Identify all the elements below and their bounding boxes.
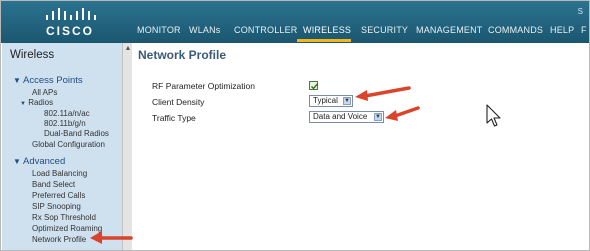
nav-controller[interactable]: CONTROLLER <box>234 25 298 35</box>
sidebar-item-global-config[interactable]: Global Configuration <box>32 140 105 149</box>
cisco-logo-bars-icon <box>46 8 96 20</box>
sidebar-item-radios[interactable]: ▼ Radios <box>20 98 53 107</box>
nav-wlans[interactable]: WLANs <box>189 25 221 35</box>
sidebar-scrollbar[interactable]: ▲ <box>122 43 132 250</box>
sidebar-item-rx-sop[interactable]: Rx Sop Threshold <box>32 213 96 222</box>
nav-commands[interactable]: COMMANDS <box>488 25 543 35</box>
sidebar-item-preferred-calls[interactable]: Preferred Calls <box>32 191 85 200</box>
rf-optimization-label: RF Parameter Optimization <box>152 81 255 91</box>
expand-triangle-icon: ▼ <box>13 157 21 166</box>
sidebar-item-80211a[interactable]: 802.11a/n/ac <box>44 109 90 118</box>
rf-optimization-checkbox[interactable] <box>309 81 319 90</box>
sidebar-item-band-select[interactable]: Band Select <box>32 180 75 189</box>
traffic-type-value: Data and Voice <box>313 112 368 121</box>
sidebar-section-access-points[interactable]: ▼ Access Points <box>13 75 83 86</box>
sidebar-item-load-balancing[interactable]: Load Balancing <box>32 169 87 178</box>
sidebar-section-advanced[interactable]: ▼ Advanced <box>13 156 65 167</box>
chevron-down-icon: ▼ <box>343 97 351 105</box>
nav-monitor[interactable]: MONITOR <box>137 25 181 35</box>
nav-wireless[interactable]: WIRELESS <box>303 25 351 35</box>
cisco-logo-text: CISCO <box>45 24 94 38</box>
chevron-down-icon: ▼ <box>374 113 382 121</box>
annotation-arrow-icon <box>385 106 420 121</box>
page-title: Network Profile <box>138 48 227 62</box>
nav-management[interactable]: MANAGEMENT <box>416 25 483 35</box>
client-density-value: Typical <box>313 96 338 105</box>
sidebar-item-all-aps[interactable]: All APs <box>32 88 57 97</box>
header-corner-text: S <box>577 7 583 16</box>
nav-feedback[interactable]: F <box>581 25 587 35</box>
scroll-up-icon[interactable]: ▲ <box>124 44 132 53</box>
client-density-select[interactable]: Typical ▼ <box>309 95 353 107</box>
sidebar-item-network-profile[interactable]: Network Profile <box>32 235 86 244</box>
cisco-logo: CISCO <box>41 7 99 39</box>
sidebar-item-80211b[interactable]: 802.11b/g/n <box>44 119 86 128</box>
top-header: CISCO S MONITOR WLANs CONTROLLER WIRELES… <box>1 1 589 43</box>
sidebar-title: Wireless <box>10 49 55 61</box>
active-nav-indicator <box>297 39 351 42</box>
annotation-arrow-icon <box>90 231 133 244</box>
expand-triangle-icon: ▼ <box>13 76 21 85</box>
app-window: CISCO S MONITOR WLANs CONTROLLER WIRELES… <box>0 0 590 251</box>
traffic-type-label: Traffic Type <box>152 113 196 123</box>
annotation-arrow-icon <box>355 86 411 101</box>
mouse-cursor-icon <box>486 104 501 127</box>
nav-help[interactable]: HELP <box>550 25 574 35</box>
nav-security[interactable]: SECURITY <box>361 25 408 35</box>
expand-triangle-icon: ▼ <box>20 101 26 107</box>
checkmark-icon <box>311 83 319 90</box>
sidebar-item-sip-snooping[interactable]: SIP Snooping <box>32 202 81 211</box>
traffic-type-select[interactable]: Data and Voice ▼ <box>309 111 384 123</box>
client-density-label: Client Density <box>152 97 205 107</box>
sidebar-item-dual-band[interactable]: Dual-Band Radios <box>44 129 109 138</box>
